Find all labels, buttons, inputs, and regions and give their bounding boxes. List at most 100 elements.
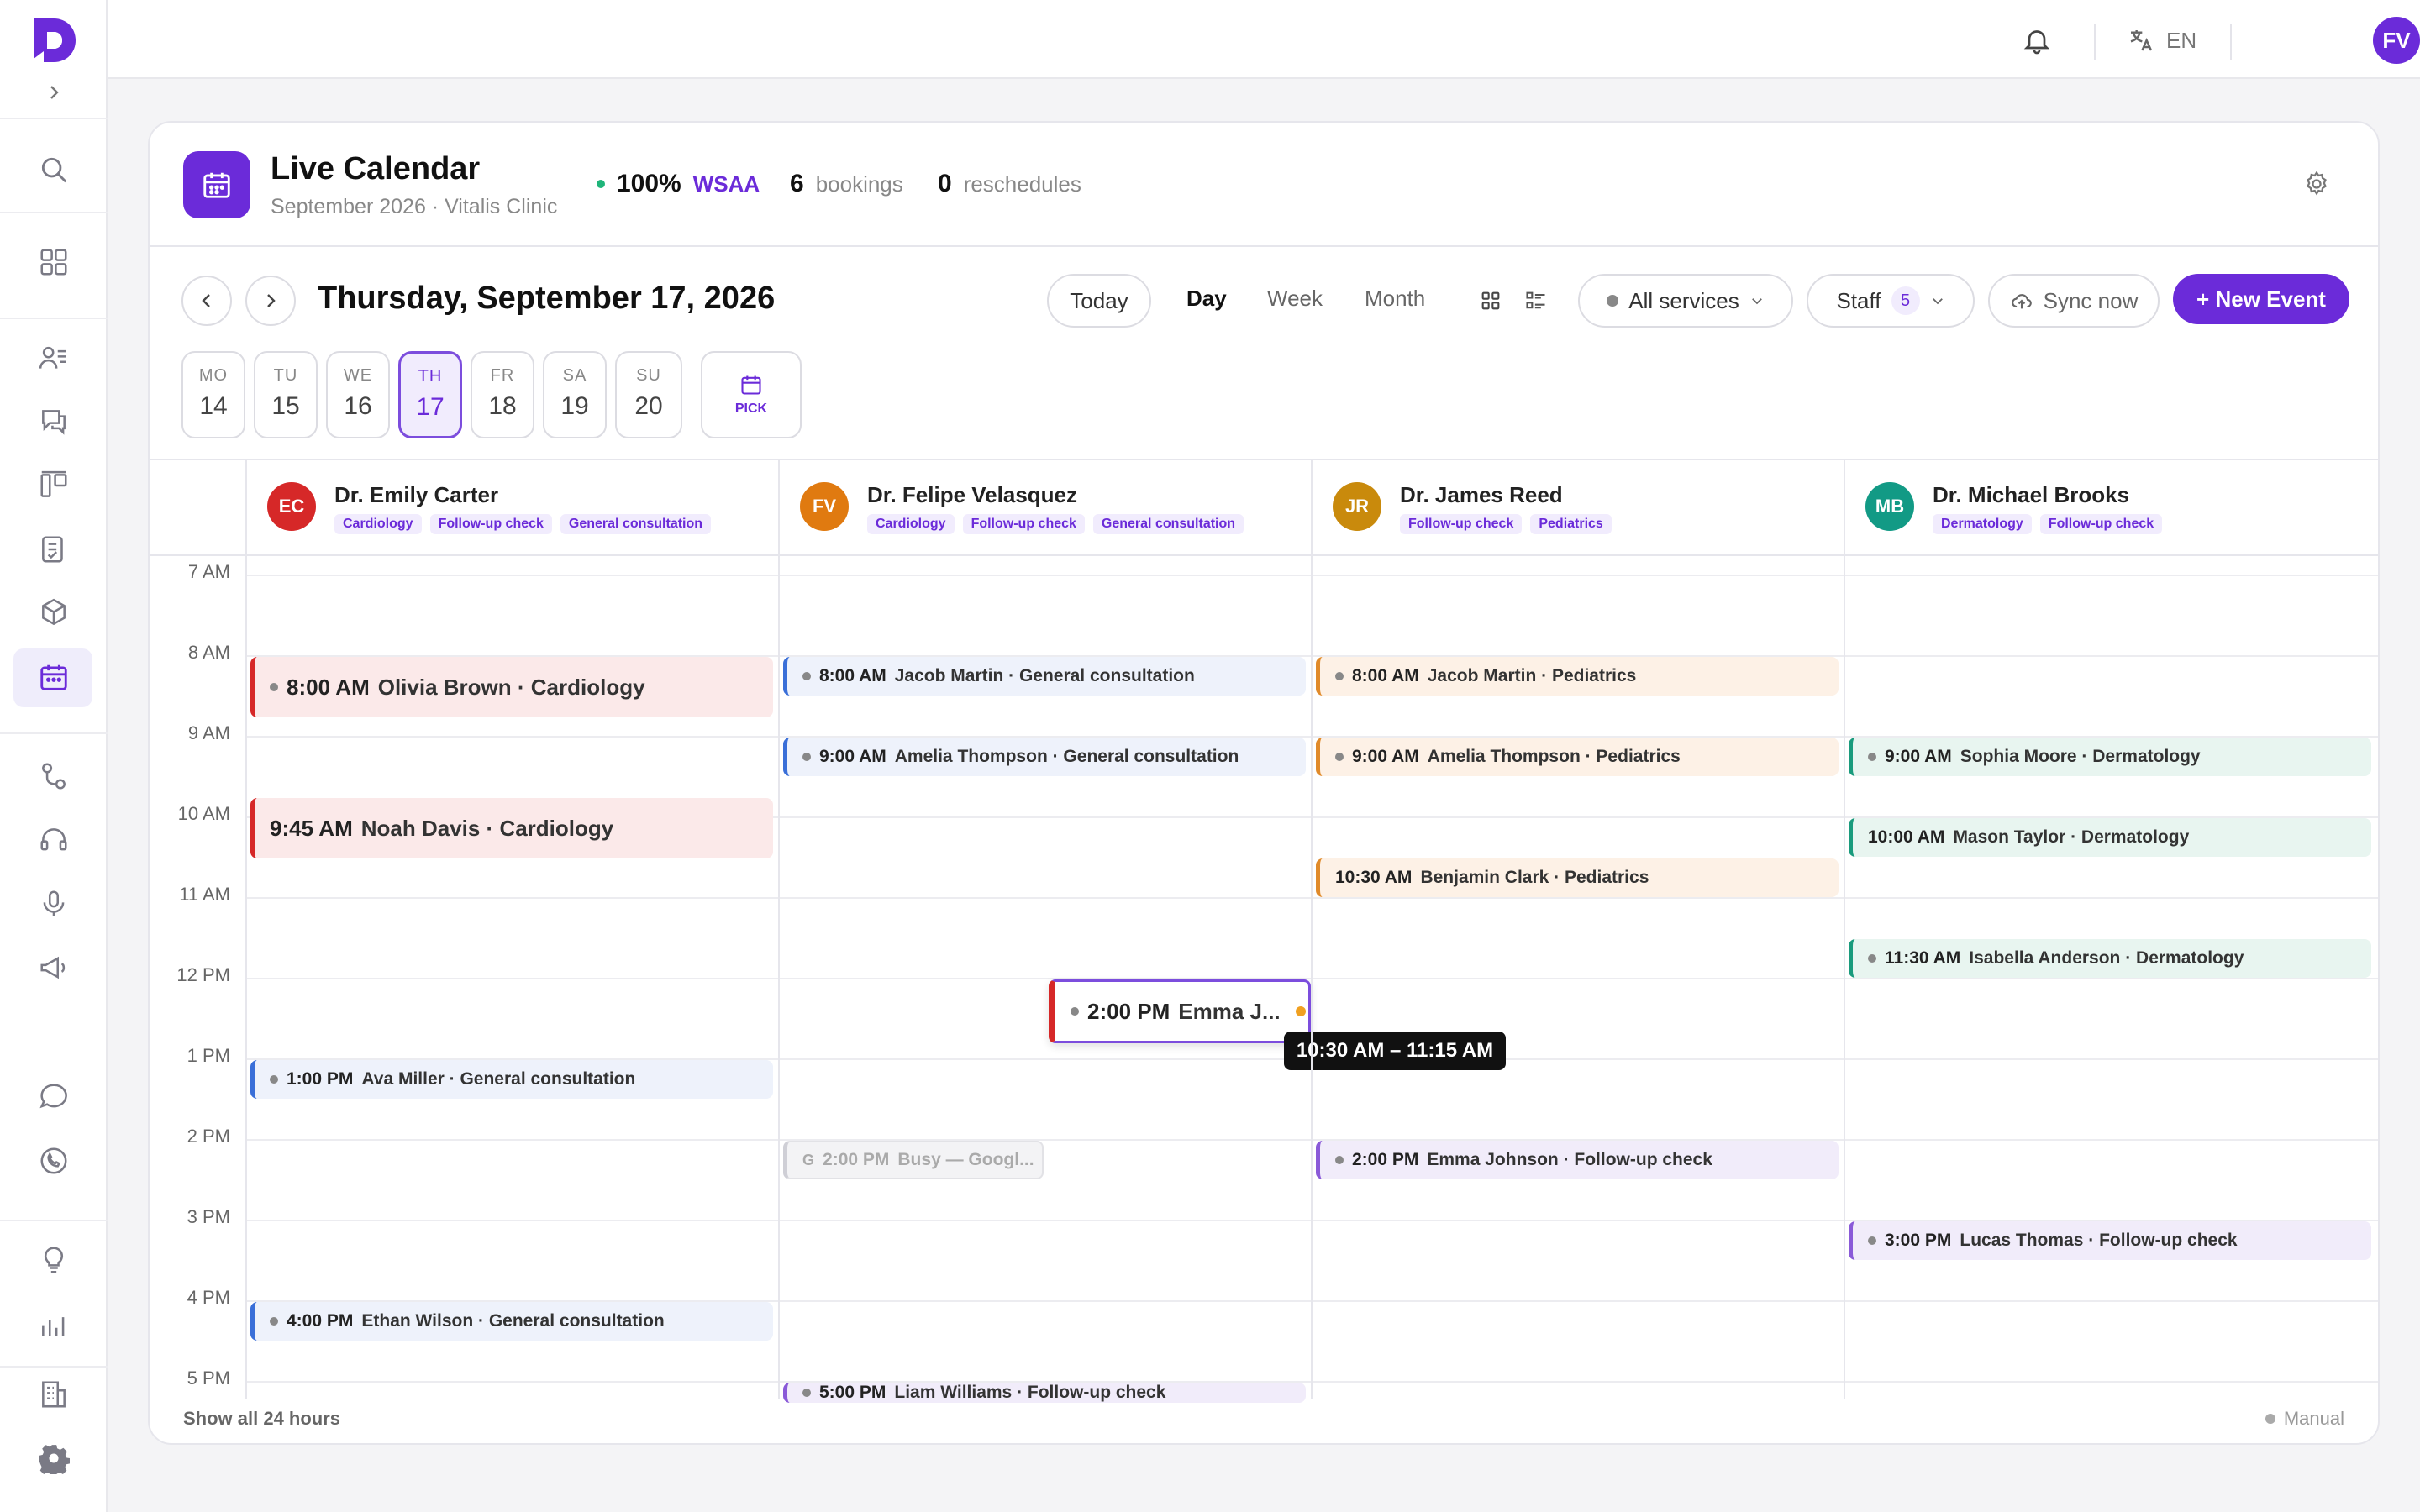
- service-tag: General consultation: [1092, 514, 1244, 534]
- sync-mode: Manual: [2265, 1408, 2344, 1430]
- staff-count-badge: 5: [1891, 286, 1920, 315]
- staff-avatar: FV: [800, 482, 849, 531]
- language-switcher[interactable]: EN: [2128, 20, 2196, 60]
- chevron-right-icon[interactable]: [44, 82, 64, 102]
- day-chip-thu-selected[interactable]: TH 17: [398, 351, 462, 438]
- whatsapp-icon[interactable]: [34, 1141, 74, 1181]
- event-time: 8:00 AM: [819, 666, 886, 685]
- tab-day[interactable]: Day: [1186, 286, 1227, 312]
- appointment-event[interactable]: 9:00 AM Amelia Thompson · Pediatrics: [1316, 738, 1839, 776]
- sidebar-divider: [0, 318, 108, 319]
- support-icon[interactable]: [34, 820, 74, 860]
- services-dropdown[interactable]: All services: [1578, 274, 1793, 328]
- day-number: 19: [560, 392, 589, 420]
- appointment-event[interactable]: 4:00 PM Ethan Wilson · General consultati…: [250, 1302, 773, 1341]
- tasks-icon[interactable]: [34, 529, 74, 570]
- megaphone-icon[interactable]: [34, 948, 74, 988]
- day-chip-fri[interactable]: FR 18: [471, 351, 534, 438]
- appointment-event[interactable]: 2:00 PM Emma Johnson · Follow-up check: [1316, 1141, 1839, 1179]
- page-subtitle: September 2026 · Vitalis Clinic: [271, 195, 558, 218]
- gear-icon[interactable]: [2302, 170, 2333, 200]
- column-divider: [245, 460, 247, 1399]
- list-view-icon[interactable]: [1524, 289, 1548, 317]
- event-time: 2:00 PM: [823, 1150, 890, 1169]
- kanban-icon[interactable]: [34, 465, 74, 506]
- grid-view-icon[interactable]: [1479, 289, 1502, 317]
- next-day-button[interactable]: [245, 276, 296, 326]
- day-number: 15: [271, 392, 300, 420]
- dragging-event[interactable]: 2:00 PM Emma J...: [1049, 979, 1311, 1043]
- event-time: 10:00 AM: [1868, 827, 1945, 847]
- drag-time-tooltip: 10:30 AM – 11:15 AM: [1284, 1032, 1506, 1070]
- chat-icon[interactable]: [34, 402, 74, 442]
- app-logo[interactable]: [29, 15, 79, 66]
- hour-label: 1 PM: [187, 1045, 230, 1066]
- today-button[interactable]: Today: [1047, 274, 1151, 328]
- day-chip-sun[interactable]: SU 20: [615, 351, 682, 438]
- hour-label: 7 AM: [187, 561, 230, 582]
- service-tag: Dermatology: [1933, 514, 2032, 534]
- service-tag: Follow-up check: [962, 514, 1085, 534]
- event-title: Jacob Martin · Pediatrics: [1427, 666, 1637, 685]
- google-icon: G: [802, 1151, 815, 1168]
- calendar-icon[interactable]: [34, 657, 74, 697]
- appointment-event[interactable]: 9:45 AM Noah Davis · Cardiology: [250, 798, 773, 858]
- event-title: Olivia Brown · Cardiology: [377, 674, 645, 700]
- staff-dropdown[interactable]: Staff 5: [1807, 274, 1975, 328]
- pick-date-button[interactable]: PICK: [701, 351, 802, 438]
- hour-gridline: [245, 1381, 2378, 1383]
- day-number: 18: [488, 392, 517, 420]
- event-title: Noah Davis · Cardiology: [360, 815, 614, 841]
- analytics-icon[interactable]: [34, 1304, 74, 1344]
- appointment-event[interactable]: 10:30 AM Benjamin Clark · Pediatrics: [1316, 858, 1839, 897]
- day-label: FR: [490, 366, 515, 385]
- appointment-event[interactable]: 8:00 AM Jacob Martin · Pediatrics: [1316, 657, 1839, 696]
- event-time: 8:00 AM: [1352, 666, 1419, 685]
- appointment-event[interactable]: 9:00 AM Amelia Thompson · General consult…: [783, 738, 1306, 776]
- sidebar-divider: [0, 1366, 108, 1368]
- appointment-event[interactable]: 8:00 AM Olivia Brown · Cardiology: [250, 657, 773, 717]
- workflow-icon[interactable]: [34, 756, 74, 796]
- staff-tags: Cardiology Follow-up check General consult…: [334, 514, 712, 534]
- day-chip-mon[interactable]: MO 14: [182, 351, 245, 438]
- event-time: 1:00 PM: [287, 1069, 354, 1089]
- staff-name: Dr. Emily Carter: [334, 482, 499, 507]
- chevron-down-icon: [1751, 298, 1762, 305]
- lightbulb-icon[interactable]: [34, 1240, 74, 1280]
- event-time: 9:00 AM: [819, 747, 886, 766]
- contacts-icon[interactable]: [34, 338, 74, 378]
- new-event-button[interactable]: + New Event: [2173, 274, 2349, 324]
- event-time: 3:00 PM: [1885, 1231, 1952, 1250]
- show-all-hours-link[interactable]: Show all 24 hours: [183, 1408, 340, 1430]
- bell-icon[interactable]: [2018, 22, 2055, 59]
- day-chip-tue[interactable]: TU 15: [254, 351, 318, 438]
- wsaa-label[interactable]: WSAA: [693, 171, 760, 197]
- appointment-event[interactable]: 8:00 AM Jacob Martin · General consultati…: [783, 657, 1306, 696]
- appointment-event[interactable]: 10:00 AM Mason Taylor · Dermatology: [1849, 818, 2371, 857]
- microphone-icon[interactable]: [34, 884, 74, 924]
- calendar-header: Live Calendar September 2026 · Vitalis C…: [150, 123, 2378, 247]
- staff-avatar: JR: [1333, 482, 1381, 531]
- prev-day-button[interactable]: [182, 276, 232, 326]
- tab-week[interactable]: Week: [1267, 286, 1323, 312]
- message-icon[interactable]: [34, 1077, 74, 1117]
- calendar-card: Live Calendar September 2026 · Vitalis C…: [148, 121, 2380, 1445]
- appointment-event[interactable]: 11:30 AM Isabella Anderson · Dermatology: [1849, 939, 2371, 978]
- settings-icon[interactable]: [34, 1438, 74, 1478]
- sync-button[interactable]: Sync now: [1988, 274, 2160, 328]
- day-chip-sat[interactable]: SA 19: [543, 351, 607, 438]
- cloud-upload-icon: [2011, 294, 2032, 309]
- hour-label: 4 PM: [187, 1287, 230, 1308]
- search-icon[interactable]: [34, 150, 74, 190]
- user-avatar[interactable]: FV: [2373, 17, 2420, 64]
- dashboard-icon[interactable]: [34, 242, 74, 282]
- busy-block[interactable]: G 2:00 PM Busy — Googl...: [783, 1141, 1044, 1179]
- appointment-event[interactable]: 3:00 PM Lucas Thomas · Follow-up check: [1849, 1221, 2371, 1260]
- tab-month[interactable]: Month: [1365, 286, 1425, 312]
- appointment-event[interactable]: 9:00 AM Sophia Moore · Dermatology: [1849, 738, 2371, 776]
- packages-icon[interactable]: [34, 593, 74, 633]
- day-chip-wed[interactable]: WE 16: [326, 351, 390, 438]
- building-icon[interactable]: [34, 1374, 74, 1415]
- day-number: 17: [416, 393, 445, 421]
- appointment-event[interactable]: 1:00 PM Ava Miller · General consultation: [250, 1060, 773, 1099]
